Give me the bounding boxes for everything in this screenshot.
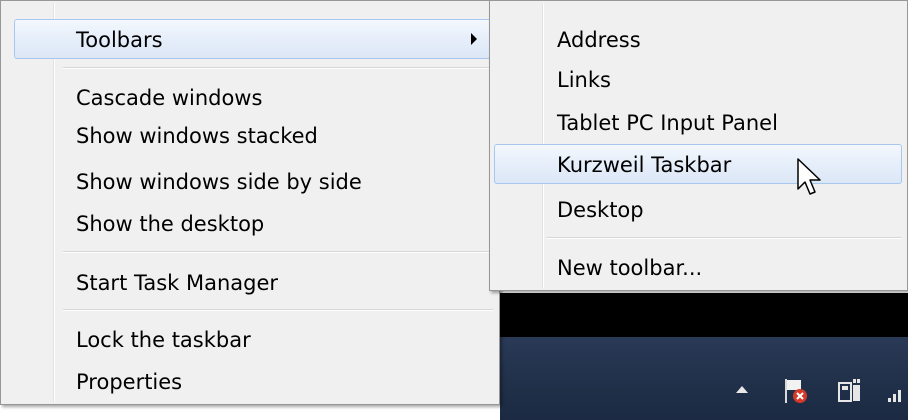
menu-item-label: Start Task Manager (76, 271, 279, 295)
menu-item-toolbars[interactable]: Toolbars (14, 19, 492, 59)
menu-item-label: Links (557, 68, 611, 92)
taskbar-black-strip (500, 293, 908, 337)
menu-item-properties[interactable]: Properties (14, 361, 492, 401)
signal-icon[interactable] (888, 387, 906, 406)
menu-item-label: Address (557, 28, 641, 52)
menu-item-label: Show windows side by side (76, 170, 362, 194)
toolbars-submenu: Address Links Tablet PC Input Panel Kurz… (489, 0, 908, 291)
menu-separator (63, 309, 493, 311)
submenu-item-address[interactable]: Address (494, 19, 902, 59)
mouse-pointer-icon (796, 157, 826, 207)
menu-item-label: Properties (76, 370, 183, 394)
menu-item-cascade-windows[interactable]: Cascade windows (14, 77, 492, 117)
menu-item-show-windows-stacked[interactable]: Show windows stacked (14, 115, 492, 155)
menu-item-label: Show windows stacked (76, 124, 318, 148)
menu-item-show-windows-side-by-side[interactable]: Show windows side by side (14, 161, 492, 201)
menu-item-label: Cascade windows (76, 86, 263, 110)
menu-separator (63, 251, 493, 253)
menu-item-start-task-manager[interactable]: Start Task Manager (14, 262, 492, 302)
menu-item-label: Toolbars (76, 28, 163, 52)
submenu-item-links[interactable]: Links (494, 59, 902, 99)
network-icon[interactable] (837, 377, 863, 409)
submenu-item-tablet-pc-input-panel[interactable]: Tablet PC Input Panel (494, 102, 902, 142)
submenu-item-kurzweil-taskbar[interactable]: Kurzweil Taskbar (494, 144, 902, 184)
menu-item-label: New toolbar... (557, 256, 703, 280)
show-hidden-icons-arrow[interactable] (736, 386, 748, 393)
submenu-arrow-icon (471, 33, 477, 45)
menu-item-label: Tablet PC Input Panel (557, 111, 778, 135)
action-center-flag-icon[interactable] (783, 377, 809, 409)
menu-item-label: Show the desktop (76, 212, 265, 236)
menu-separator (63, 67, 493, 69)
menu-item-show-the-desktop[interactable]: Show the desktop (14, 203, 492, 243)
menu-separator (546, 237, 902, 239)
menu-item-label: Desktop (557, 198, 644, 222)
submenu-item-new-toolbar[interactable]: New toolbar... (494, 247, 902, 287)
menu-item-label: Lock the taskbar (76, 328, 251, 352)
menu-item-lock-the-taskbar[interactable]: Lock the taskbar (14, 319, 492, 359)
menu-item-label: Kurzweil Taskbar (557, 153, 732, 177)
submenu-item-desktop[interactable]: Desktop (494, 189, 902, 229)
taskbar-context-menu: Toolbars Cascade windows Show windows st… (0, 0, 500, 405)
taskbar (500, 337, 908, 420)
